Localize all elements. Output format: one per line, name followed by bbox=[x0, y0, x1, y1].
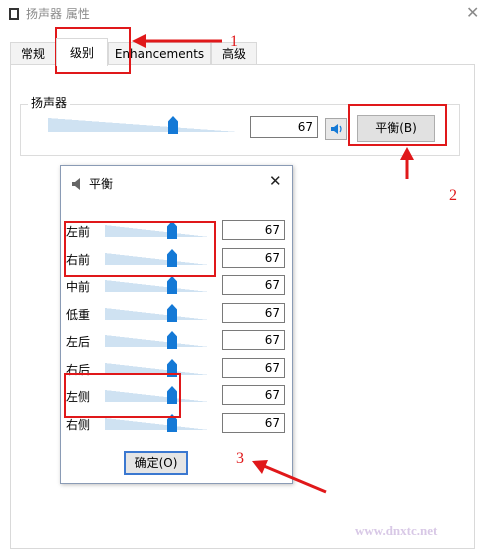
dialog-title: 平衡 bbox=[89, 177, 114, 191]
channel-value[interactable]: 67 bbox=[222, 413, 285, 433]
window-title: 扬声器 属性 bbox=[26, 7, 90, 21]
channel-value[interactable]: 67 bbox=[222, 248, 285, 268]
slider-track bbox=[48, 118, 238, 132]
channel-label: 左后 bbox=[66, 335, 91, 349]
annotation-number-1: 1 bbox=[230, 33, 238, 50]
balance-dialog bbox=[60, 165, 293, 484]
slider-track bbox=[105, 280, 209, 292]
channel-value[interactable]: 67 bbox=[222, 385, 285, 405]
channel-label: 中前 bbox=[66, 280, 91, 294]
annotation-arrow-3 bbox=[252, 460, 327, 494]
channel-label: 右侧 bbox=[66, 418, 91, 432]
channel-value[interactable]: 67 bbox=[222, 275, 285, 295]
annotation-box-side-channel bbox=[64, 373, 181, 418]
tab-general[interactable]: 常规 bbox=[10, 42, 56, 64]
slider-track bbox=[105, 308, 209, 320]
dialog-close-button[interactable]: ✕ bbox=[269, 172, 282, 190]
watermark: www.dnxtc.net bbox=[355, 523, 438, 538]
speaker-group-label: 扬声器 bbox=[28, 94, 71, 111]
slider-thumb[interactable] bbox=[167, 276, 177, 294]
slider-thumb[interactable] bbox=[167, 331, 177, 349]
annotation-box-front-channels bbox=[64, 221, 216, 277]
channel-slider[interactable] bbox=[105, 329, 209, 351]
annotation-number-3: 3 bbox=[236, 450, 244, 467]
speaker-icon bbox=[9, 8, 19, 20]
channel-value[interactable]: 67 bbox=[222, 358, 285, 378]
slider-track bbox=[105, 418, 209, 430]
volume-icon bbox=[331, 124, 342, 134]
channel-slider[interactable] bbox=[105, 274, 209, 296]
channel-value[interactable]: 67 bbox=[222, 330, 285, 350]
slider-thumb[interactable] bbox=[167, 304, 177, 322]
annotation-arrow-2 bbox=[400, 147, 414, 179]
ok-button[interactable]: 确定(O) bbox=[124, 451, 188, 475]
speaker-volume-value[interactable]: 67 bbox=[250, 116, 318, 138]
channel-slider[interactable] bbox=[105, 302, 209, 324]
annotation-box-balance bbox=[348, 104, 447, 146]
mute-button[interactable] bbox=[325, 118, 347, 140]
channel-label: 低重 bbox=[66, 308, 91, 322]
window-close-button[interactable]: ✕ bbox=[466, 3, 479, 22]
speaker-volume-slider[interactable] bbox=[48, 114, 238, 138]
channel-value[interactable]: 67 bbox=[222, 303, 285, 323]
annotation-arrow-1 bbox=[132, 34, 222, 48]
slider-track bbox=[105, 335, 209, 347]
tab-levels[interactable]: 级别 bbox=[56, 38, 108, 66]
speaker-icon bbox=[72, 178, 80, 190]
annotation-number-2: 2 bbox=[449, 187, 457, 204]
channel-value[interactable]: 67 bbox=[222, 220, 285, 240]
